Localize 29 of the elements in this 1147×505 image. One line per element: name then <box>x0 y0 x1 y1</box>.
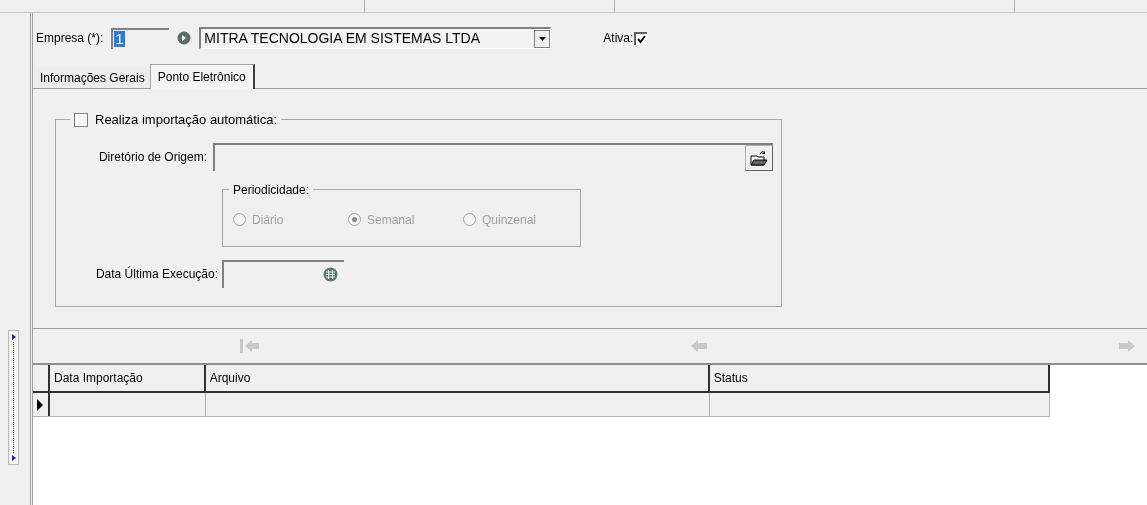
radio-label: Quinzenal <box>482 211 537 229</box>
tab[interactable]: Informações Gerais <box>35 67 150 88</box>
periodicity-label: Periodicidade: <box>232 181 311 199</box>
tab[interactable]: Ponto Eletrônico <box>149 64 255 89</box>
column-header[interactable]: Status <box>709 365 1048 391</box>
auto-import-checkbox[interactable] <box>74 112 88 127</box>
arrow-right-icon <box>11 334 16 340</box>
company-select[interactable]: MITRA TECNOLOGIA EM SISTEMAS LTDA <box>199 27 552 49</box>
active-checkbox[interactable] <box>634 31 648 45</box>
dropdown-caret-icon <box>538 36 546 41</box>
radio-label: Semanal <box>367 211 415 229</box>
arrow-right-icon <box>11 455 16 461</box>
folder-icon <box>750 149 768 166</box>
company-code-field[interactable]: 1 <box>111 27 170 49</box>
browse-folder-button[interactable] <box>745 144 773 171</box>
column-header[interactable]: Data Importação <box>49 365 206 391</box>
current-row-icon <box>37 398 44 411</box>
radio-label: Diário <box>252 211 284 229</box>
company-code: 1 <box>114 31 125 47</box>
splitter-handle[interactable] <box>8 330 19 465</box>
calendar-icon[interactable] <box>323 267 338 282</box>
column-header[interactable]: Arquivo <box>205 365 710 391</box>
auto-import-label: Realiza importação automática: <box>95 111 278 129</box>
directory-label: Diretório de Origem: <box>97 148 208 166</box>
directory-field[interactable] <box>213 142 773 171</box>
company-label: Empresa (*): <box>36 30 104 47</box>
active-label: Ativa: <box>603 30 634 47</box>
lookup-icon[interactable] <box>177 31 192 45</box>
last-run-label: Data Última Execução: <box>94 265 219 283</box>
